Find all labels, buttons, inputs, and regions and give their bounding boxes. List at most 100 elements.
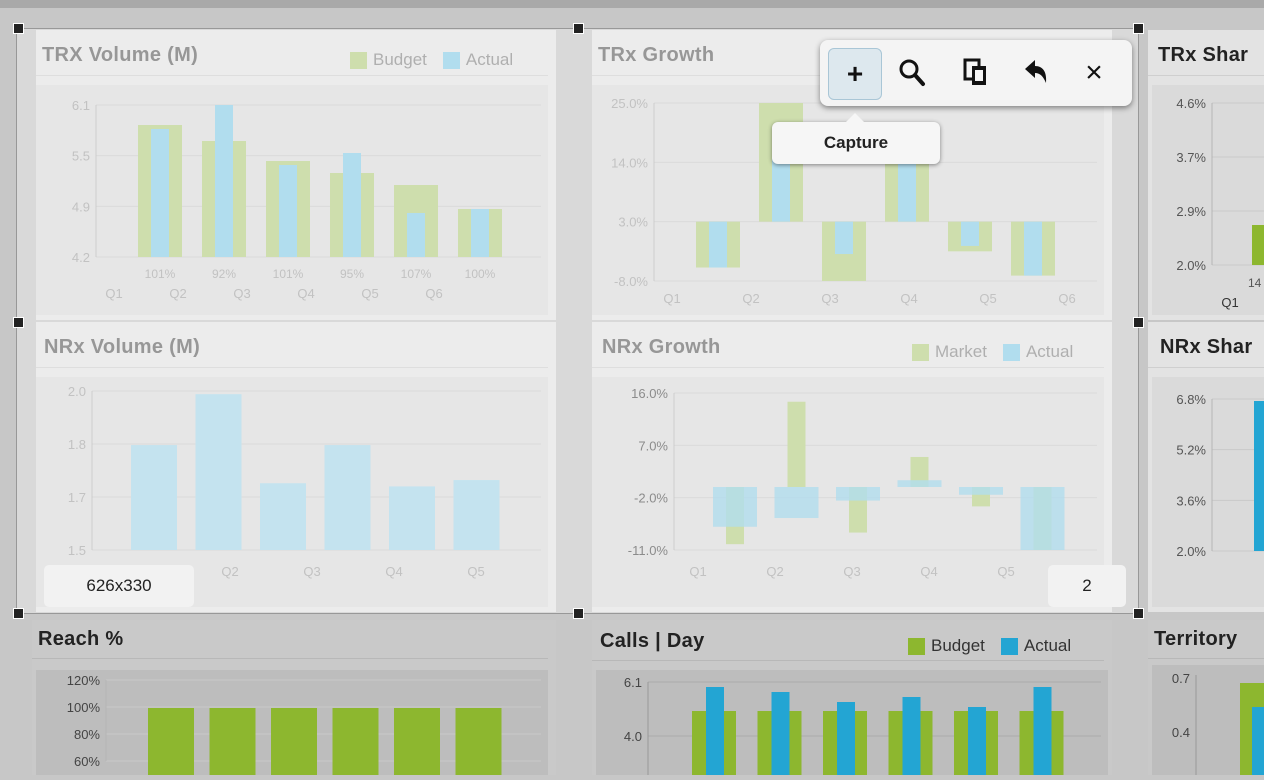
- panel-title: NRx Volume (M): [44, 336, 201, 358]
- y-tick-label: 2.9%: [1176, 204, 1206, 219]
- y-tick-label: 16.0%: [631, 386, 668, 401]
- plus-icon: +: [846, 58, 864, 89]
- y-tick-label: 2.0%: [1176, 258, 1206, 273]
- data-label: 101%: [273, 267, 304, 281]
- top-strip: [0, 0, 1264, 8]
- close-button[interactable]: ×: [1068, 48, 1120, 98]
- title-rule: [592, 367, 1104, 368]
- panel-nrx-share: NRx Shar 6.8% 5.2% 3.6% 2.0%: [1148, 322, 1264, 612]
- y-tick-label: 60%: [74, 754, 100, 769]
- bar-actual: [1252, 707, 1264, 775]
- resize-handle-bottom-left[interactable]: [13, 608, 24, 619]
- zoom-button[interactable]: [886, 48, 938, 98]
- y-tick-label: 120%: [67, 673, 101, 688]
- bar-budget: [332, 708, 379, 780]
- capture-tooltip: Capture: [772, 113, 940, 164]
- bar-actual: [1020, 487, 1065, 550]
- x-tick-label: Q1: [663, 291, 680, 306]
- bar-actual: [706, 687, 724, 780]
- x-tick-label: Q3: [843, 564, 860, 579]
- panel-title: TRx Growth: [598, 44, 715, 66]
- bar-actual: [959, 487, 1003, 495]
- bar-actual: [151, 129, 169, 257]
- panel-title: Calls | Day: [600, 630, 705, 652]
- title-rule: [1148, 658, 1264, 659]
- y-tick-label: 6.1: [624, 675, 642, 690]
- data-label: 101%: [145, 267, 176, 281]
- bar-actual: [407, 213, 425, 257]
- undo-button[interactable]: [1010, 48, 1062, 98]
- y-tick-label: 1.5: [68, 543, 86, 558]
- close-icon: ×: [1085, 56, 1103, 89]
- x-tick-label: Q1: [105, 286, 122, 301]
- bar-actual: [1033, 687, 1052, 780]
- legend: Budget Actual: [908, 636, 1071, 656]
- y-tick-label: 5.5: [72, 149, 90, 164]
- resize-handle-mid-left[interactable]: [13, 317, 24, 328]
- x-tick-label: Q4: [385, 564, 402, 579]
- y-tick-label: -8.0%: [614, 274, 648, 289]
- bar-actual: [835, 221, 853, 255]
- bar-actual: [215, 105, 233, 257]
- x-tick-label: Q4: [920, 564, 937, 579]
- capture-toolbar: + ×: [820, 40, 1132, 106]
- y-tick-label: 6.8%: [1176, 392, 1206, 407]
- legend-label-market: Market: [935, 342, 987, 361]
- chart-nrx-share: 6.8% 5.2% 3.6% 2.0%: [1176, 392, 1264, 559]
- panel-title: TRX Volume (M): [42, 44, 199, 66]
- chart-trx-share: 4.6% 3.7% 2.9% 2.0% 14 Q1: [1176, 96, 1264, 310]
- bar-actual: [902, 697, 921, 780]
- chart-reach: 120% 100% 80% 60%: [67, 673, 541, 780]
- bar-budget: [271, 708, 317, 780]
- bar-actual: [1254, 401, 1264, 551]
- plot-area: 4.6% 3.7% 2.9% 2.0% 14 Q1: [1152, 85, 1264, 315]
- panel-title: TRx Shar: [1158, 44, 1249, 66]
- legend-label-budget: Budget: [931, 636, 985, 655]
- bar-actual: [343, 153, 361, 257]
- title-rule: [1148, 75, 1264, 76]
- y-tick-label: 4.2: [72, 250, 90, 265]
- copy-button[interactable]: [950, 48, 1002, 98]
- chart-calls-day: 6.1 4.0: [624, 675, 1101, 780]
- capture-button[interactable]: +: [828, 48, 882, 100]
- bar-actual: [774, 487, 819, 519]
- y-tick-label: 14.0%: [611, 155, 648, 170]
- x-tick-label: Q4: [297, 286, 314, 301]
- title-rule: [1148, 367, 1264, 368]
- bar-actual: [713, 487, 757, 527]
- title-rule: [36, 75, 548, 76]
- data-label: 14: [1248, 276, 1262, 290]
- resize-handle-top-mid[interactable]: [573, 23, 584, 34]
- bar-actual: [771, 692, 790, 780]
- y-tick-label: 0.7: [1172, 671, 1190, 686]
- title-rule: [592, 660, 1104, 661]
- legend-swatch-actual: [1002, 343, 1020, 361]
- bar-actual: [772, 156, 790, 222]
- y-tick-label: 100%: [67, 700, 101, 715]
- y-tick-label: 1.7: [68, 490, 86, 505]
- plot-area: 6.1 5.5 4.9 4.2 101% 92% 101% 95% 107% 100% Q1 Q2 Q3…: [36, 85, 548, 315]
- legend-swatch-actual: [442, 51, 460, 69]
- copy-icon: [963, 58, 986, 85]
- legend-label-actual: Actual: [1023, 636, 1072, 655]
- panel-trx-share: TRx Shar 4.6% 3.7% 2.9% 2.0% 14 Q1: [1148, 30, 1264, 320]
- resize-handle-top-left[interactable]: [13, 23, 24, 34]
- resize-handle-bottom-right[interactable]: [1133, 608, 1144, 619]
- resize-handle-top-right[interactable]: [1133, 23, 1144, 34]
- bar-actual: [279, 165, 297, 257]
- y-tick-label: 3.7%: [1176, 150, 1206, 165]
- x-tick-label: Q5: [979, 291, 996, 306]
- panel-reach: Reach % 120% 100% 80% 60%: [32, 620, 556, 780]
- y-tick-label: 1.8: [68, 437, 86, 452]
- legend-swatch-actual: [1000, 637, 1018, 655]
- chart-trx-volume: 6.1 5.5 4.9 4.2 101% 92% 101% 95% 107% 100% Q1 Q2 Q3…: [72, 98, 541, 301]
- resize-handle-mid-right[interactable]: [1133, 317, 1144, 328]
- x-tick-label: Q1: [689, 564, 706, 579]
- plot-area: 6.1 4.0: [596, 670, 1108, 780]
- resize-handle-bottom-mid[interactable]: [573, 608, 584, 619]
- plot-area: 6.8% 5.2% 3.6% 2.0%: [1152, 377, 1264, 607]
- x-tick-label: Q2: [766, 564, 783, 579]
- bar-actual: [389, 486, 435, 550]
- bar-budget: [148, 708, 194, 780]
- y-tick-label: 2.0%: [1176, 544, 1206, 559]
